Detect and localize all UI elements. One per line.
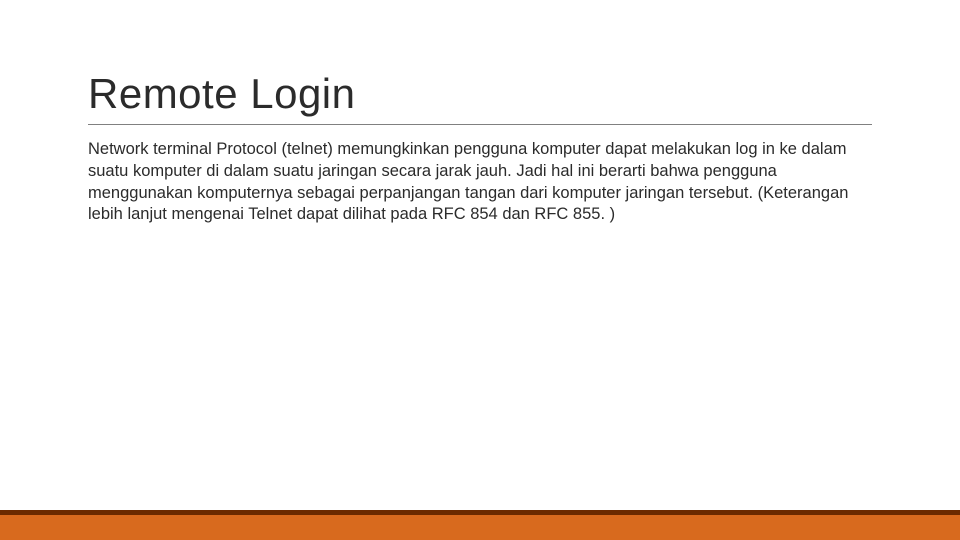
footer-bar bbox=[0, 510, 960, 540]
title-underline bbox=[88, 124, 872, 125]
slide-title: Remote Login bbox=[88, 70, 872, 118]
slide-body-text: Network terminal Protocol (telnet) memun… bbox=[88, 139, 872, 226]
slide: Remote Login Network terminal Protocol (… bbox=[0, 0, 960, 540]
footer-accent-orange bbox=[0, 515, 960, 540]
